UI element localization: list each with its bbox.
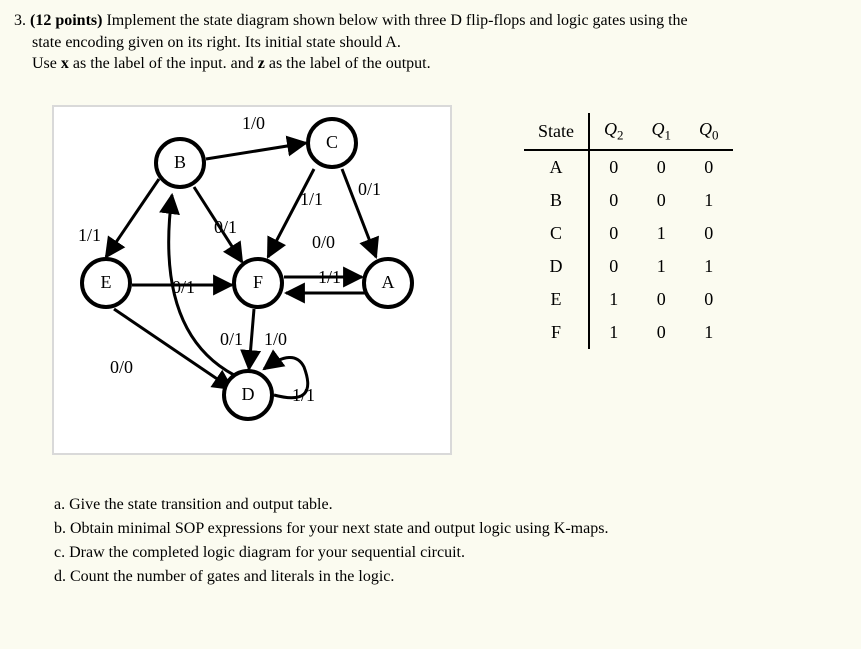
cell-q0: 0	[685, 150, 733, 184]
state-label-b: B	[174, 152, 186, 173]
cell-q0: 1	[685, 184, 733, 217]
question-stem: 3. (12 points) Implement the state diagr…	[14, 10, 847, 75]
q3-mid: as the label of the input. and	[69, 55, 258, 72]
cell-state: B	[524, 184, 589, 217]
cell-state: F	[524, 316, 589, 349]
state-label-c: C	[326, 132, 338, 153]
input-var: x	[61, 55, 69, 72]
edge-label-bc: 1/0	[242, 113, 265, 134]
edge-label-fa: 0/0	[312, 232, 335, 253]
cell-q2: 0	[589, 150, 638, 184]
th-q0-q: Q	[699, 119, 712, 139]
th-q2-q: Q	[604, 119, 617, 139]
edge-label-dd: 1/1	[292, 385, 315, 406]
cell-q2: 0	[589, 184, 638, 217]
table-row: F101	[524, 316, 733, 349]
cell-q2: 1	[589, 283, 638, 316]
th-q2: Q2	[589, 113, 638, 151]
subq-c: c. Draw the completed logic diagram for …	[54, 541, 847, 565]
figure-area: B C A F E D 1/0 0/1 1/1 0/1 0/0 1/1 1/1 …	[34, 105, 854, 465]
cell-q1: 0	[638, 316, 686, 349]
subq-d: d. Count the number of gates and literal…	[54, 565, 847, 589]
state-label-f: F	[253, 272, 263, 293]
cell-q1: 1	[638, 217, 686, 250]
state-node-c: C	[306, 117, 358, 169]
state-label-e: E	[101, 272, 112, 293]
state-node-e: E	[80, 257, 132, 309]
cell-q2: 1	[589, 316, 638, 349]
question-number: 3.	[14, 12, 26, 29]
cell-q0: 0	[685, 217, 733, 250]
th-q1: Q1	[638, 113, 686, 151]
th-q0-s: 0	[712, 127, 719, 142]
state-label-a: A	[382, 272, 395, 293]
cell-q0: 0	[685, 283, 733, 316]
state-node-b: B	[154, 137, 206, 189]
state-node-a: A	[362, 257, 414, 309]
edge-label-bf: 0/1	[214, 217, 237, 238]
q3-post: as the label of the output.	[265, 55, 431, 72]
subq-b: b. Obtain minimal SOP expressions for yo…	[54, 517, 847, 541]
edge-label-ca: 0/1	[358, 179, 381, 200]
state-encoding-table: State Q2 Q1 Q0 A000 B001 C010 D011 E100 …	[524, 113, 733, 350]
state-node-f: F	[232, 257, 284, 309]
cell-q1: 1	[638, 250, 686, 283]
state-node-d: D	[222, 369, 274, 421]
cell-q0: 1	[685, 316, 733, 349]
edge-label-fd: 0/1	[220, 329, 243, 350]
state-diagram: B C A F E D 1/0 0/1 1/1 0/1 0/0 1/1 1/1 …	[52, 105, 452, 455]
cell-state: D	[524, 250, 589, 283]
cell-q1: 0	[638, 150, 686, 184]
table-row: E100	[524, 283, 733, 316]
edge-label-ef: 0/1	[172, 277, 195, 298]
cell-state: C	[524, 217, 589, 250]
table-row: A000	[524, 150, 733, 184]
edge-label-af: 1/1	[318, 267, 341, 288]
cell-q1: 0	[638, 184, 686, 217]
th-state: State	[524, 113, 589, 151]
question-body-1: Implement the state diagram shown below …	[106, 12, 687, 29]
subq-a: a. Give the state transition and output …	[54, 493, 847, 517]
edge-label-be: 1/1	[78, 225, 101, 246]
cell-q2: 0	[589, 250, 638, 283]
th-q0: Q0	[685, 113, 733, 151]
edge-label-cf: 1/1	[300, 189, 323, 210]
edge-label-ed: 0/0	[110, 357, 133, 378]
state-label-d: D	[242, 384, 255, 405]
table-row: D011	[524, 250, 733, 283]
q3-pre: Use	[32, 55, 61, 72]
table-row: B001	[524, 184, 733, 217]
cell-q1: 0	[638, 283, 686, 316]
question-points: (12 points)	[30, 12, 102, 29]
output-var: z	[258, 55, 265, 72]
question-body-2: state encoding given on its right. Its i…	[32, 34, 401, 51]
cell-q2: 0	[589, 217, 638, 250]
th-q1-s: 1	[665, 127, 672, 142]
th-q2-s: 2	[617, 127, 624, 142]
cell-q0: 1	[685, 250, 733, 283]
th-q1-q: Q	[652, 119, 665, 139]
cell-state: A	[524, 150, 589, 184]
edge-label-db: 1/0	[264, 329, 287, 350]
subquestions: a. Give the state transition and output …	[14, 493, 847, 589]
cell-state: E	[524, 283, 589, 316]
table-row: C010	[524, 217, 733, 250]
